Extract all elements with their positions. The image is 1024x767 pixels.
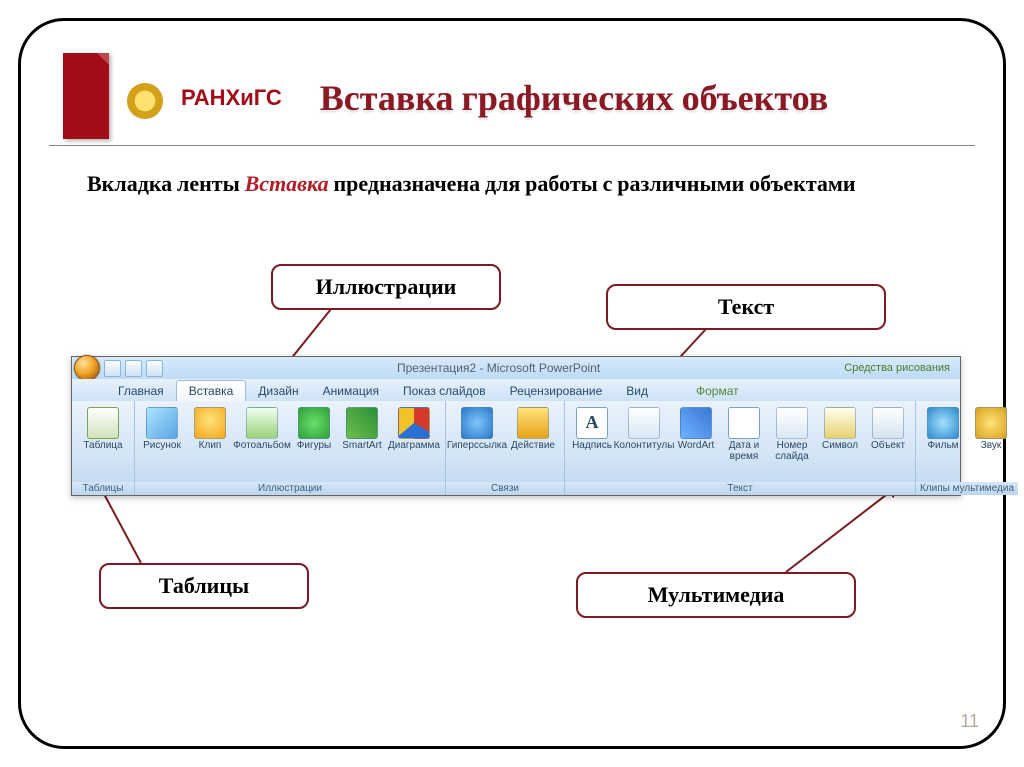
btn-action[interactable]: Действие bbox=[506, 405, 560, 454]
chart-icon bbox=[398, 407, 430, 439]
btn-sound[interactable]: Звук bbox=[968, 405, 1014, 454]
group-label-links: Связи bbox=[446, 482, 564, 495]
tab-home[interactable]: Главная bbox=[106, 381, 176, 401]
contextual-tab-title: Средства рисования bbox=[834, 362, 960, 374]
action-icon bbox=[517, 407, 549, 439]
window-title: Презентация2 - Microsoft PowerPoint bbox=[163, 361, 834, 375]
btn-photoalbum[interactable]: Фотоальбом bbox=[235, 405, 289, 454]
page-number: 11 bbox=[960, 711, 979, 732]
wordart-icon bbox=[680, 407, 712, 439]
quick-access-toolbar[interactable] bbox=[104, 360, 163, 377]
bookmark-icon bbox=[63, 53, 109, 139]
btn-movie[interactable]: Фильм bbox=[920, 405, 966, 454]
btn-slidenum[interactable]: Номер слайда bbox=[769, 405, 815, 464]
emblem-icon bbox=[127, 83, 163, 119]
clip-icon bbox=[194, 407, 226, 439]
tab-animation[interactable]: Анимация bbox=[311, 381, 391, 401]
qat-redo-icon[interactable] bbox=[146, 360, 163, 377]
callout-text: Текст bbox=[606, 284, 886, 330]
tab-design[interactable]: Дизайн bbox=[246, 381, 310, 401]
btn-clip[interactable]: Клип bbox=[187, 405, 233, 454]
ribbon: Презентация2 - Microsoft PowerPoint Сред… bbox=[71, 356, 961, 496]
ribbon-groups: Таблица Таблицы Рисунок Клип Фотоальбом … bbox=[72, 401, 960, 495]
sound-icon bbox=[975, 407, 1007, 439]
btn-hyperlink[interactable]: Гиперссылка bbox=[450, 405, 504, 454]
textbox-icon: A bbox=[576, 407, 608, 439]
tab-view[interactable]: Вид bbox=[614, 381, 660, 401]
logo-main: РАНХиГС bbox=[181, 85, 282, 110]
movie-icon bbox=[927, 407, 959, 439]
btn-picture[interactable]: Рисунок bbox=[139, 405, 185, 454]
callout-multimedia: Мультимедиа bbox=[576, 572, 856, 618]
table-icon bbox=[87, 407, 119, 439]
btn-table[interactable]: Таблица bbox=[76, 405, 130, 454]
shapes-icon bbox=[298, 407, 330, 439]
btn-wordart[interactable]: WordArt bbox=[673, 405, 719, 454]
group-label-illustrations: Иллюстрации bbox=[135, 482, 445, 495]
description: Вкладка ленты Вставка предназначена для … bbox=[87, 170, 937, 199]
btn-symbol[interactable]: Символ bbox=[817, 405, 863, 454]
group-label-tables: Таблицы bbox=[72, 482, 134, 495]
callout-tables: Таблицы bbox=[99, 563, 309, 609]
hyperlink-icon bbox=[461, 407, 493, 439]
btn-shapes[interactable]: Фигуры bbox=[291, 405, 337, 454]
title-bar: Презентация2 - Microsoft PowerPoint Сред… bbox=[72, 357, 960, 379]
headerfooter-icon bbox=[628, 407, 660, 439]
qat-undo-icon[interactable] bbox=[125, 360, 142, 377]
tab-strip: Главная Вставка Дизайн Анимация Показ сл… bbox=[72, 379, 960, 401]
qat-save-icon[interactable] bbox=[104, 360, 121, 377]
btn-chart[interactable]: Диаграмма bbox=[387, 405, 441, 454]
divider bbox=[49, 145, 975, 146]
tab-insert[interactable]: Вставка bbox=[176, 380, 247, 401]
group-text: AНадпись Колонтитулы WordArt Дата и врем… bbox=[565, 401, 916, 495]
tab-review[interactable]: Рецензирование bbox=[498, 381, 615, 401]
office-button[interactable] bbox=[74, 355, 100, 381]
btn-textbox[interactable]: AНадпись bbox=[569, 405, 615, 454]
slide-frame: РАНХиГС Вставка графических объектов Вкл… bbox=[18, 18, 1006, 749]
header: РАНХиГС Вставка графических объектов bbox=[49, 53, 975, 139]
group-media: Фильм Звук Клипы мультимедиа bbox=[916, 401, 1018, 495]
smartart-icon bbox=[346, 407, 378, 439]
group-label-text: Текст bbox=[565, 482, 915, 495]
btn-headerfooter[interactable]: Колонтитулы bbox=[617, 405, 671, 454]
btn-object[interactable]: Объект bbox=[865, 405, 911, 454]
group-tables: Таблица Таблицы bbox=[72, 401, 135, 495]
group-label-media: Клипы мультимедиа bbox=[916, 482, 1018, 495]
tab-slideshow[interactable]: Показ слайдов bbox=[391, 381, 498, 401]
picture-icon bbox=[146, 407, 178, 439]
datetime-icon bbox=[728, 407, 760, 439]
symbol-icon bbox=[824, 407, 856, 439]
group-illustrations: Рисунок Клип Фотоальбом Фигуры SmartArt … bbox=[135, 401, 446, 495]
logo-text: РАНХиГС bbox=[181, 87, 282, 109]
btn-smartart[interactable]: SmartArt bbox=[339, 405, 385, 454]
page-title: Вставка графических объектов bbox=[320, 77, 828, 119]
object-icon bbox=[872, 407, 904, 439]
slidenum-icon bbox=[776, 407, 808, 439]
callout-illustrations: Иллюстрации bbox=[271, 264, 501, 310]
tab-format[interactable]: Формат bbox=[684, 381, 751, 401]
group-links: Гиперссылка Действие Связи bbox=[446, 401, 565, 495]
photoalbum-icon bbox=[246, 407, 278, 439]
btn-datetime[interactable]: Дата и время bbox=[721, 405, 767, 464]
